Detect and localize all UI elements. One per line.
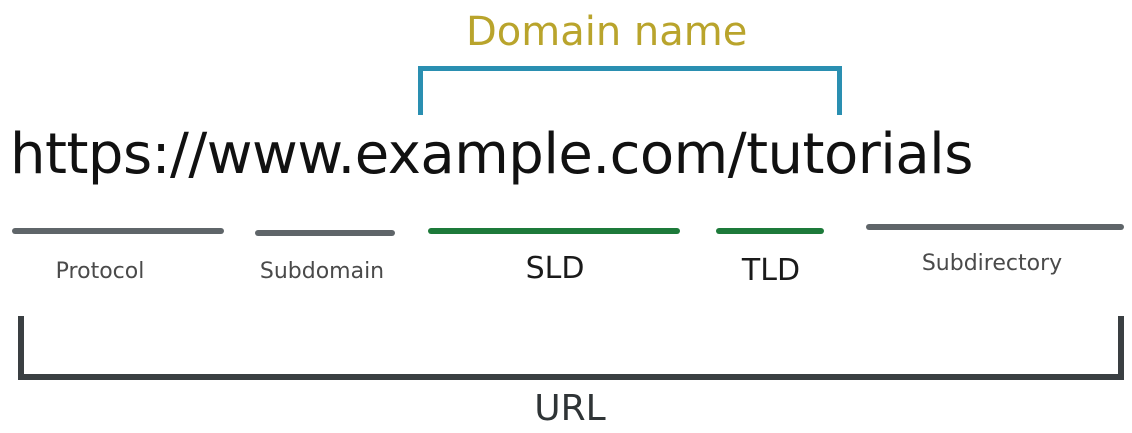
domain-name-bracket — [418, 66, 842, 115]
protocol-underline — [12, 228, 224, 234]
tld-underline — [716, 228, 824, 234]
url-text: https://www.example.com/tutorials — [10, 122, 973, 187]
protocol-label: Protocol — [55, 259, 145, 284]
subdomain-underline — [255, 230, 395, 236]
sld-underline — [428, 228, 680, 234]
tld-label: TLD — [741, 253, 801, 288]
sld-label: SLD — [525, 251, 585, 286]
subdomain-label: Subdomain — [259, 259, 385, 284]
domain-name-label: Domain name — [466, 9, 748, 55]
url-label: URL — [534, 388, 606, 429]
subdirectory-underline — [866, 224, 1124, 230]
subdirectory-label: Subdirectory — [921, 251, 1063, 276]
url-bracket — [18, 316, 1124, 380]
